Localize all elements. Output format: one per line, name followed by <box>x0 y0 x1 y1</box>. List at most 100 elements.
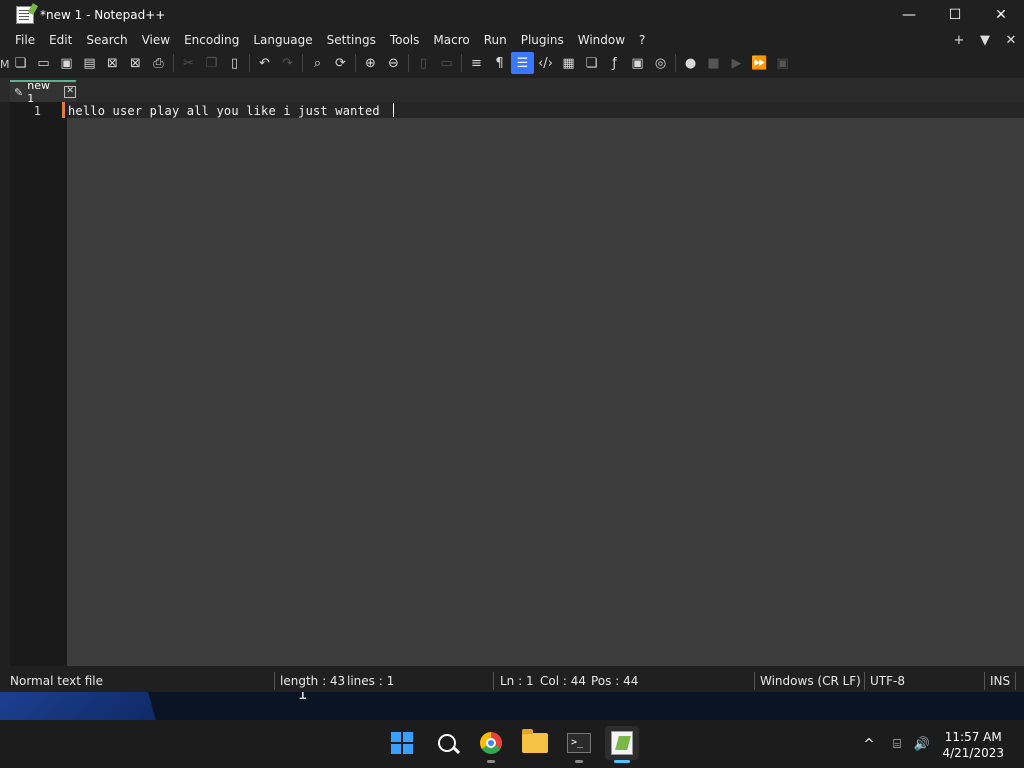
open-file-icon[interactable]: ▭ <box>32 52 55 74</box>
menu-plugins[interactable]: Plugins <box>514 33 571 47</box>
toolbar: ❏ ▭ ▣ ▤ ⊠ ⊠ ⎙ ✂ ❐ ▯ ↶ ↷ ⌕ ⟳ ⊕ ⊖ ▯ ▭ ≡ ¶ … <box>0 50 1024 76</box>
show-all-characters-icon[interactable]: ¶ <box>488 52 511 74</box>
document-map-icon[interactable]: ▦ <box>557 52 580 74</box>
play-macro-icon[interactable]: ▶ <box>725 52 748 74</box>
menu-settings[interactable]: Settings <box>320 33 383 47</box>
status-insert-mode[interactable]: INS <box>990 674 1010 688</box>
menu-run[interactable]: Run <box>477 33 514 47</box>
menu-view[interactable]: View <box>135 33 177 47</box>
status-encoding[interactable]: UTF-8 <box>870 674 905 688</box>
toolbar-separator <box>408 54 409 72</box>
running-indicator <box>487 760 495 763</box>
status-separator <box>1015 672 1016 690</box>
close-document-icon[interactable]: ✕ <box>998 33 1024 48</box>
status-lines: lines : 1 <box>347 674 395 688</box>
indent-guide-icon[interactable]: ☰ <box>511 52 534 74</box>
taskbar-search-button[interactable] <box>430 726 464 760</box>
menu-macro[interactable]: Macro <box>426 33 476 47</box>
notepad-plus-plus-window: *new 1 - Notepad++ — ☐ ✕ File Edit Searc… <box>0 0 1024 703</box>
menu-edit[interactable]: Edit <box>42 33 79 47</box>
taskbar-notepad-plus-plus[interactable] <box>605 726 639 763</box>
zoom-in-icon[interactable]: ⊕ <box>359 52 382 74</box>
toolbar-separator <box>249 54 250 72</box>
document-list-icon[interactable]: ❏ <box>580 52 603 74</box>
close-button[interactable]: ✕ <box>978 0 1024 30</box>
sync-horizontal-icon[interactable]: ▭ <box>435 52 458 74</box>
save-all-icon[interactable]: ▤ <box>78 52 101 74</box>
status-file-type: Normal text file <box>10 674 104 688</box>
taskbar-terminal[interactable]: >_ <box>562 726 596 763</box>
status-separator <box>274 672 275 690</box>
status-column: Col : 44 <box>540 674 586 688</box>
find-icon[interactable]: ⌕ <box>306 52 329 74</box>
tab-new-1[interactable]: ✎ new 1 ✕ <box>10 79 76 105</box>
menu-encoding[interactable]: Encoding <box>177 33 246 47</box>
status-length: length : 43 <box>280 674 346 688</box>
sync-vertical-icon[interactable]: ▯ <box>412 52 435 74</box>
tray-chevron-up-icon[interactable]: ^ <box>860 737 878 752</box>
system-tray: ^ ⌸ 🔊 <box>860 720 934 768</box>
text-line[interactable]: hello user play all you like i just want… <box>68 103 395 118</box>
tab-bar: ✎ new 1 ✕ <box>0 78 1024 105</box>
menu-search[interactable]: Search <box>79 33 134 47</box>
menu-tools[interactable]: Tools <box>383 33 427 47</box>
close-icon[interactable]: ⊠ <box>101 52 124 74</box>
zoom-out-icon[interactable]: ⊖ <box>382 52 405 74</box>
search-icon <box>438 734 456 752</box>
menu-file[interactable]: File <box>8 33 42 47</box>
replace-icon[interactable]: ⟳ <box>329 52 352 74</box>
toolbar-separator <box>302 54 303 72</box>
start-button[interactable] <box>385 726 419 760</box>
toolbar-separator <box>173 54 174 72</box>
save-macro-icon[interactable]: ▣ <box>771 52 794 74</box>
status-eol[interactable]: Windows (CR LF) <box>760 674 861 688</box>
tab-close-icon[interactable]: ✕ <box>64 86 76 98</box>
line-number: 1 <box>33 104 41 118</box>
word-wrap-icon[interactable]: ≡ <box>465 52 488 74</box>
network-icon[interactable]: ⌸ <box>884 737 910 752</box>
print-icon[interactable]: ⎙ <box>147 52 170 74</box>
notepad-app-icon <box>16 6 34 24</box>
language-xml-icon[interactable]: ‹/› <box>534 52 557 74</box>
copy-icon[interactable]: ❐ <box>200 52 223 74</box>
maximize-button[interactable]: ☐ <box>932 0 978 30</box>
status-separator <box>493 672 494 690</box>
folder-as-workspace-icon[interactable]: ▣ <box>626 52 649 74</box>
file-explorer-icon <box>522 729 548 753</box>
editor-area[interactable]: 1 hello user play all you like i just wa… <box>10 102 1024 703</box>
minimize-button[interactable]: — <box>886 0 932 30</box>
status-position: Pos : 44 <box>591 674 639 688</box>
volume-icon[interactable]: 🔊 <box>910 737 934 752</box>
status-separator <box>754 672 755 690</box>
menu-window[interactable]: Window <box>571 33 632 47</box>
modified-line-marker <box>62 102 65 118</box>
start-icon <box>391 732 413 754</box>
new-file-icon[interactable]: ❏ <box>9 52 32 74</box>
redo-icon[interactable]: ↷ <box>276 52 299 74</box>
toolbar-separator <box>461 54 462 72</box>
text-caret <box>393 103 395 117</box>
run-macro-multiple-icon[interactable]: ⏩ <box>748 52 771 74</box>
new-tab-plus-icon[interactable]: + <box>946 33 972 48</box>
title-bar: *new 1 - Notepad++ — ☐ ✕ <box>0 0 1024 30</box>
undo-icon[interactable]: ↶ <box>253 52 276 74</box>
tab-list-dropdown-icon[interactable]: ▼ <box>972 33 998 48</box>
status-line: Ln : 1 <box>500 674 534 688</box>
taskbar-file-explorer[interactable] <box>518 726 552 760</box>
monitoring-icon[interactable]: ◎ <box>649 52 672 74</box>
taskbar-clock[interactable]: 11:57 AM 4/21/2023 <box>942 729 1004 761</box>
menu-language[interactable]: Language <box>246 33 319 47</box>
close-all-icon[interactable]: ⊠ <box>124 52 147 74</box>
stop-record-icon[interactable]: ■ <box>702 52 725 74</box>
record-macro-icon[interactable]: ● <box>679 52 702 74</box>
menu-help[interactable]: ? <box>632 33 652 47</box>
pencil-icon: ✎ <box>14 85 24 99</box>
paste-icon[interactable]: ▯ <box>223 52 246 74</box>
function-list-icon[interactable]: ƒ <box>603 52 626 74</box>
clock-date: 4/21/2023 <box>942 746 1004 760</box>
taskbar: >_ ^ ⌸ 🔊 11:57 AM 4/21/2023 <box>0 720 1024 768</box>
save-icon[interactable]: ▣ <box>55 52 78 74</box>
cut-icon[interactable]: ✂ <box>177 52 200 74</box>
taskbar-chrome[interactable] <box>474 726 508 763</box>
terminal-icon: >_ <box>567 733 591 753</box>
